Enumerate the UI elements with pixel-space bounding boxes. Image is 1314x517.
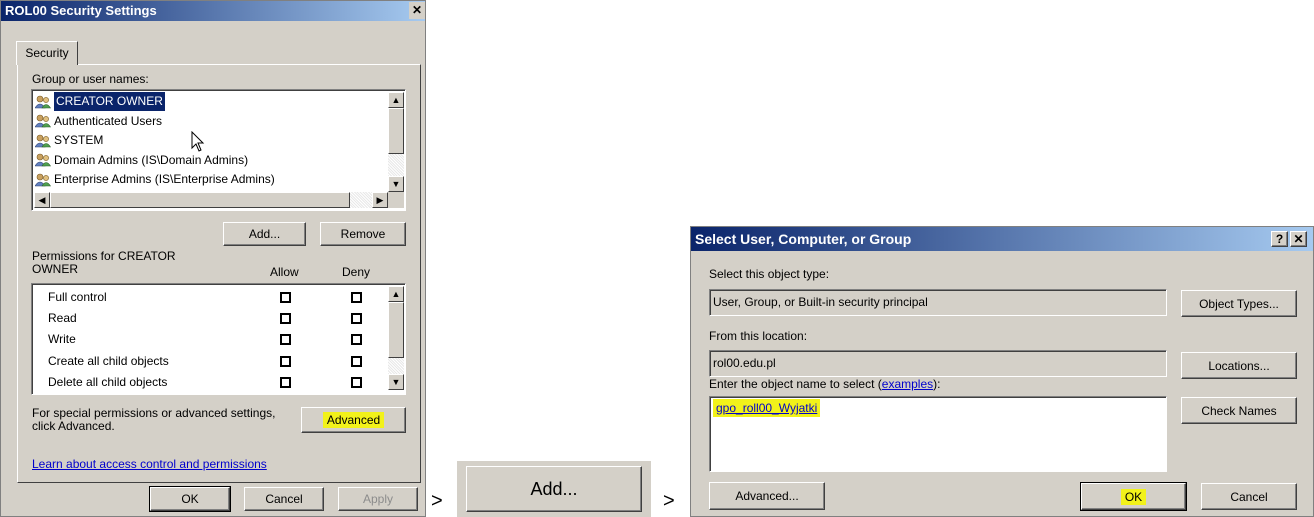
locations-button[interactable]: Locations... <box>1181 352 1297 379</box>
object-types-button[interactable]: Object Types... <box>1181 290 1297 317</box>
allow-checkbox[interactable] <box>280 313 291 325</box>
permissions-label: Permissions for CREATOR OWNER <box>32 249 176 276</box>
user-list-item[interactable]: Domain Admins (IS\Domain Admins) <box>34 151 249 170</box>
enter-object-label: Enter the object name to select (example… <box>709 377 941 391</box>
advanced-button-select[interactable]: Advanced... <box>709 482 825 510</box>
deny-checkbox[interactable] <box>351 334 362 346</box>
user-list-item[interactable]: Authenticated Users <box>34 112 163 131</box>
advanced-button[interactable]: Advanced <box>301 407 406 433</box>
tab-security-label: Security <box>25 46 69 60</box>
select-user-dialog: Select User, Computer, or Group ? ✕ Sele… <box>690 226 1314 517</box>
allow-checkbox[interactable] <box>280 376 291 388</box>
permission-name: Read <box>48 311 77 326</box>
security-dialog-title: ROL00 Security Settings <box>5 3 157 18</box>
object-type-field: User, Group, or Built-in security princi… <box>709 289 1167 316</box>
ok-button[interactable]: OK <box>149 486 231 512</box>
help-icon[interactable]: ? <box>1271 231 1288 247</box>
check-names-button[interactable]: Check Names <box>1181 397 1297 424</box>
allow-checkbox[interactable] <box>280 292 291 303</box>
remove-button[interactable]: Remove <box>320 222 406 246</box>
perm-scrollbar-thumb[interactable] <box>388 302 404 358</box>
user-list-item[interactable]: Enterprise Admins (IS\Enterprise Admins) <box>34 170 275 189</box>
users-group-icon <box>34 95 52 109</box>
users-group-icon <box>34 173 52 187</box>
user-name: CREATOR OWNER <box>54 92 165 111</box>
scroll-up-button[interactable]: ▲ <box>388 92 404 108</box>
cancel-button-select[interactable]: Cancel <box>1201 483 1297 510</box>
special-permissions-text: For special permissions or advanced sett… <box>32 406 276 433</box>
select-dialog-title: Select User, Computer, or Group <box>695 231 912 247</box>
separator-arrow-2: > <box>663 490 675 512</box>
allow-checkbox[interactable] <box>280 355 291 367</box>
user-name: SYSTEM <box>54 133 104 147</box>
deny-checkbox[interactable] <box>351 313 362 325</box>
users-group-icon <box>34 153 52 167</box>
scrollbar-thumb[interactable] <box>388 108 404 154</box>
object-name-input[interactable]: gpo_roll00_Wyjatki <box>709 396 1167 472</box>
permissions-list: Full control Read Write Create all child ob… <box>31 283 406 395</box>
examples-link[interactable]: examples <box>882 377 933 391</box>
deny-checkbox[interactable] <box>351 355 362 367</box>
location-label: From this location: <box>709 329 808 343</box>
deny-header: Deny <box>342 265 371 279</box>
scroll-left-button[interactable]: ◀ <box>34 192 50 208</box>
allow-checkbox[interactable] <box>280 334 291 346</box>
permission-name: Full control <box>48 290 107 304</box>
permission-name: Delete all child objects <box>48 374 168 389</box>
add-button[interactable]: Add... <box>223 222 306 246</box>
add-button-zoom[interactable]: Add... <box>466 466 642 512</box>
select-dialog-titlebar: Select User, Computer, or Group <box>691 227 1313 251</box>
security-dialog-titlebar: ROL00 Security Settings <box>1 1 425 21</box>
mouse-cursor-icon <box>191 131 205 152</box>
cancel-button[interactable]: Cancel <box>244 487 324 511</box>
close-icon[interactable]: ✕ <box>409 2 425 19</box>
permission-row: Full control <box>48 287 398 308</box>
apply-button[interactable]: Apply <box>338 487 418 511</box>
deny-checkbox[interactable] <box>351 376 362 388</box>
permission-name: Create all child objects <box>48 353 169 368</box>
h-scrollbar-thumb[interactable] <box>50 192 350 208</box>
location-field: rol00.edu.pl <box>709 350 1167 377</box>
users-group-icon <box>34 114 52 128</box>
permission-row: Create all child objects <box>48 351 398 372</box>
close-icon[interactable]: ✕ <box>1290 231 1307 247</box>
allow-header: Allow <box>270 265 299 279</box>
user-list[interactable]: CREATOR OWNER Authenticated Users SYSTEM Do… <box>31 89 406 211</box>
user-name: Domain Admins (IS\Domain Admins) <box>54 152 249 167</box>
deny-checkbox[interactable] <box>351 292 362 303</box>
tab-security[interactable]: Security <box>16 41 78 65</box>
permission-name: Write <box>48 332 76 347</box>
perm-scroll-up-button[interactable]: ▲ <box>388 286 404 302</box>
scrollbar-corner <box>388 192 404 208</box>
object-name-value: gpo_roll00_Wyjatki <box>713 399 821 417</box>
permission-row: Delete all child objects <box>48 372 398 393</box>
user-list-item[interactable]: CREATOR OWNER <box>34 92 165 111</box>
user-name: Authenticated Users <box>54 113 163 128</box>
ok-button-select[interactable]: OK <box>1080 482 1187 511</box>
user-list-item[interactable]: SYSTEM <box>34 131 104 150</box>
user-name: Enterprise Admins (IS\Enterprise Admins) <box>54 172 275 186</box>
permission-row: Read <box>48 308 398 329</box>
permission-row: Write <box>48 329 398 350</box>
learn-access-control-link[interactable]: Learn about access control and permissio… <box>32 457 267 471</box>
scroll-down-button[interactable]: ▼ <box>388 176 404 192</box>
object-type-label: Select this object type: <box>709 267 830 281</box>
users-group-icon <box>34 134 52 148</box>
group-label: Group or user names: <box>32 72 149 86</box>
scroll-right-button[interactable]: ▶ <box>372 192 388 208</box>
perm-scroll-down-button[interactable]: ▼ <box>388 374 404 390</box>
separator-arrow: > <box>431 490 443 512</box>
security-settings-dialog: ROL00 Security Settings ✕ Security Group… <box>0 0 426 517</box>
